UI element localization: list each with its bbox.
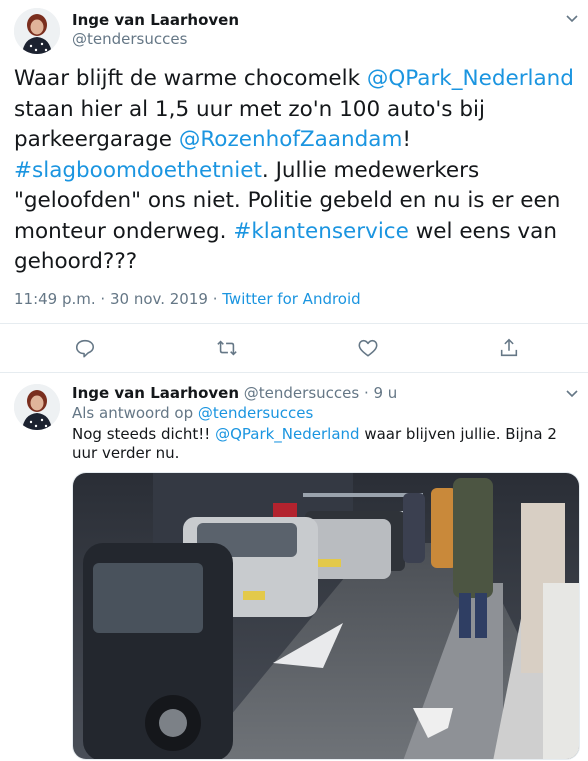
text-segment: ! [402,127,412,152]
reply-to-link[interactable]: @tendersucces [198,404,313,422]
tweet-photo[interactable] [72,472,580,760]
reply-icon[interactable] [74,337,96,359]
reply-avatar[interactable] [14,384,60,430]
like-icon[interactable] [357,337,379,359]
share-icon[interactable] [498,337,520,359]
divider [0,323,588,324]
tweet-meta: 11:49 p.m. · 30 nov. 2019 · Twitter for … [14,290,361,308]
divider [0,372,588,373]
text-link[interactable]: @QPark_Nederland [367,66,574,91]
tweet-text: Waar blijft de warme chocomelk @QPark_Ne… [14,64,580,278]
reply-prefix: Als antwoord op [72,404,198,422]
reply-author[interactable]: Inge van Laarhoven @tendersucces · 9 u [72,384,397,402]
tweet-source-app[interactable]: Twitter for Android [222,290,360,308]
author-handle[interactable]: @tendersucces [72,30,187,48]
avatar[interactable] [14,8,60,54]
retweet-icon[interactable] [216,337,238,359]
tweet-timestamp[interactable]: 11:49 p.m. · 30 nov. 2019 · [14,290,222,308]
text-link[interactable]: @QPark_Nederland [215,425,359,443]
text-link[interactable]: @RozenhofZaandam [179,127,403,152]
author-name[interactable]: Inge van Laarhoven [72,11,239,29]
text-link[interactable]: #slagboomdoethetniet [14,158,262,183]
text-segment: Waar blijft de warme chocomelk [14,66,367,91]
reply-text: Nog steeds dicht!! @QPark_Nederland waar… [72,425,572,463]
more-options-chevron-icon[interactable] [566,12,578,26]
text-link[interactable]: #klantenservice [233,219,409,244]
reply-more-options-chevron-icon[interactable] [566,387,578,401]
text-segment: Nog steeds dicht!! [72,425,216,443]
reply-context: Als antwoord op @tendersucces [72,404,313,422]
reply-author-handle[interactable]: @tendersucces · 9 u [244,384,398,402]
reply-author-name[interactable]: Inge van Laarhoven [72,384,239,402]
